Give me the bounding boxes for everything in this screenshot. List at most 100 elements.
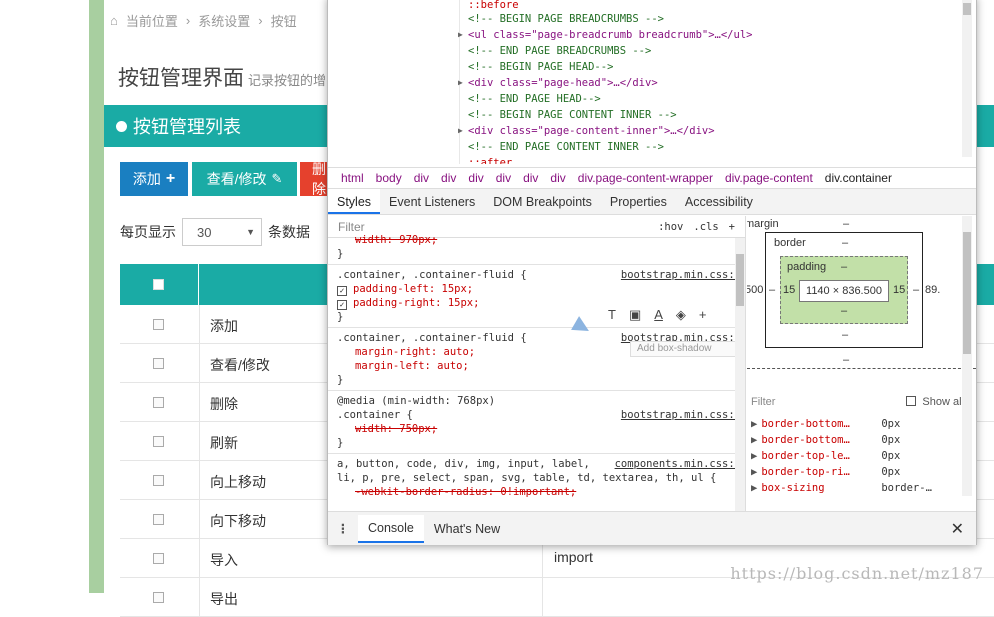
dom-crumb[interactable]: div xyxy=(468,171,483,185)
dom-comment[interactable]: <!-- END PAGE CONTENT INNER --> xyxy=(468,139,664,155)
new-rule-icon[interactable]: + xyxy=(729,220,735,234)
add-property-icon[interactable]: + xyxy=(699,308,707,322)
row-checkbox[interactable] xyxy=(153,553,164,564)
dom-comment[interactable]: <!-- BEGIN PAGE CONTENT INNER --> xyxy=(468,107,677,123)
devtools-window: ::before <!-- BEGIN PAGE BREADCRUMBS -->… xyxy=(327,0,977,545)
rule-source-link[interactable]: bootstrap.min.css:5 xyxy=(621,268,741,282)
dom-crumb[interactable]: div xyxy=(414,171,429,185)
view-edit-button[interactable]: 查看/修改 ✎ xyxy=(192,162,297,196)
dom-comment[interactable]: <!-- END PAGE HEAD--> xyxy=(468,91,601,107)
show-all-toggle[interactable]: Show all xyxy=(906,396,964,408)
property-checkbox[interactable]: ✓ xyxy=(337,286,347,296)
border-bottom-value[interactable]: – xyxy=(842,329,848,341)
tab-styles[interactable]: Styles xyxy=(328,189,381,214)
dom-comment[interactable]: <!-- BEGIN PAGE BREADCRUMBS --> xyxy=(468,11,664,27)
dom-node[interactable]: ▶ <div class="page-head">…</div> xyxy=(458,75,658,91)
margin-top-value[interactable]: – xyxy=(843,218,849,230)
dom-comment[interactable]: <!-- END PAGE BREADCRUMBS --> xyxy=(468,43,651,59)
page-size-select[interactable]: 30 ▼ xyxy=(182,218,262,246)
text-color-icon[interactable]: A xyxy=(654,308,663,322)
computed-row[interactable]: ▶ box-sizing border-… xyxy=(751,480,932,496)
property-checkbox[interactable]: ✓ xyxy=(337,300,347,310)
computed-row[interactable]: ▶ border-bottom… 0px xyxy=(751,432,932,448)
margin-bottom-value[interactable]: – xyxy=(843,354,849,366)
dom-node[interactable]: ::after xyxy=(468,155,512,164)
css-property[interactable]: width: 750px; xyxy=(337,422,735,436)
row-checkbox[interactable] xyxy=(153,592,164,603)
styles-filter-input[interactable]: Filter xyxy=(338,220,365,234)
dom-crumb-current[interactable]: div.container xyxy=(825,171,892,185)
tab-properties[interactable]: Properties xyxy=(601,189,676,214)
tab-dom-breakpoints[interactable]: DOM Breakpoints xyxy=(484,189,601,214)
expand-triangle-icon[interactable]: ▶ xyxy=(458,75,463,91)
cls-toggle[interactable]: .cls xyxy=(693,220,718,234)
dom-node[interactable]: ▶ <div class="page-content-inner">…</div> xyxy=(458,123,715,139)
dom-crumb[interactable]: div xyxy=(523,171,538,185)
dom-node[interactable]: ▶ <ul class="page-breadcrumb breadcrumb">… xyxy=(458,27,752,43)
rule-source-link[interactable]: components.min.css:1 xyxy=(615,457,741,471)
select-all-checkbox[interactable] xyxy=(153,279,164,290)
dom-crumb[interactable]: div xyxy=(496,171,511,185)
styles-scrollbar[interactable] xyxy=(735,238,745,511)
rule-source-link[interactable]: bootstrap.min.css:5 xyxy=(621,408,741,422)
tab-whats-new[interactable]: What's New xyxy=(424,516,510,542)
row-checkbox[interactable] xyxy=(153,475,164,486)
border-top-value[interactable]: – xyxy=(842,237,848,249)
row-checkbox[interactable] xyxy=(153,319,164,330)
padding-left-value[interactable]: 15 xyxy=(783,284,795,296)
computed-filter-input[interactable]: Filter xyxy=(751,396,775,408)
row-checkbox[interactable] xyxy=(153,397,164,408)
padding-bottom-value[interactable]: – xyxy=(841,305,847,317)
delete-button[interactable]: 删除 xyxy=(300,162,330,196)
computed-row[interactable]: ▶ border-top-le… 0px xyxy=(751,448,932,464)
margin-left-value[interactable]: 500 xyxy=(747,284,763,296)
add-button[interactable]: 添加 + xyxy=(120,162,188,196)
dom-comment[interactable]: <!-- BEGIN PAGE HEAD--> xyxy=(468,59,613,75)
dom-crumb[interactable]: div.page-content xyxy=(725,171,813,185)
tab-accessibility[interactable]: Accessibility xyxy=(676,189,762,214)
dom-crumb[interactable]: html xyxy=(341,171,364,185)
margin-right-value[interactable]: 89. xyxy=(925,284,940,296)
dom-crumb[interactable]: body xyxy=(376,171,402,185)
css-property[interactable]: padding-left: 15px; xyxy=(353,283,473,295)
row-checkbox[interactable] xyxy=(153,358,164,369)
row-checkbox[interactable] xyxy=(153,436,164,447)
border-right-value[interactable]: – xyxy=(913,284,919,296)
padding-top-value[interactable]: – xyxy=(841,261,847,273)
scrollbar-thumb[interactable] xyxy=(963,3,971,15)
row-checkbox[interactable] xyxy=(153,514,164,525)
css-property[interactable]: padding-right: 15px; xyxy=(353,297,479,309)
scrollbar-thumb[interactable] xyxy=(963,232,971,354)
show-all-checkbox[interactable] xyxy=(906,396,917,406)
box-shadow-icon[interactable]: ▣ xyxy=(629,308,641,322)
css-property[interactable]: width: 970px; xyxy=(337,233,735,247)
elements-scrollbar[interactable] xyxy=(962,0,972,157)
breadcrumb-item[interactable]: 系统设置 xyxy=(198,11,250,30)
background-color-icon[interactable]: ◈ xyxy=(676,308,686,322)
computed-row[interactable]: ▶ border-top-ri… 0px xyxy=(751,464,932,480)
computed-row[interactable]: ▶ border-bottom… 0px xyxy=(751,416,932,432)
expand-triangle-icon[interactable]: ▶ xyxy=(458,123,463,139)
tab-event-listeners[interactable]: Event Listeners xyxy=(380,189,484,214)
hov-toggle[interactable]: :hov xyxy=(658,220,683,234)
rule-selector[interactable]: li, p, pre, select, span, svg, table, td… xyxy=(337,471,735,485)
expand-triangle-icon[interactable]: ▶ xyxy=(458,27,463,43)
css-property[interactable]: -webkit-border-radius: 0!important; xyxy=(337,485,735,499)
dom-crumb[interactable]: div xyxy=(550,171,565,185)
tab-console[interactable]: Console xyxy=(358,514,424,543)
more-options-icon[interactable]: ⋮ xyxy=(328,521,358,536)
table-row[interactable]: 导出 xyxy=(120,578,994,617)
content-box[interactable]: 1140 × 836.500 xyxy=(799,280,889,302)
css-property-row: ✓ padding-left: 15px; xyxy=(337,282,735,296)
text-shadow-icon[interactable]: T xyxy=(608,308,616,322)
padding-right-value[interactable]: 15 xyxy=(893,284,905,296)
css-property[interactable]: margin-left: auto; xyxy=(337,359,735,373)
scrollbar-thumb[interactable] xyxy=(736,254,744,306)
dom-crumb[interactable]: div.page-content-wrapper xyxy=(578,171,713,185)
dom-crumb[interactable]: div xyxy=(441,171,456,185)
border-left-value[interactable]: – xyxy=(769,284,775,296)
computed-scrollbar[interactable] xyxy=(962,216,972,496)
breadcrumb-item[interactable]: 按钮 xyxy=(271,11,297,30)
close-icon[interactable]: ✕ xyxy=(951,519,964,539)
breadcrumb-item[interactable]: 当前位置 xyxy=(126,11,178,30)
